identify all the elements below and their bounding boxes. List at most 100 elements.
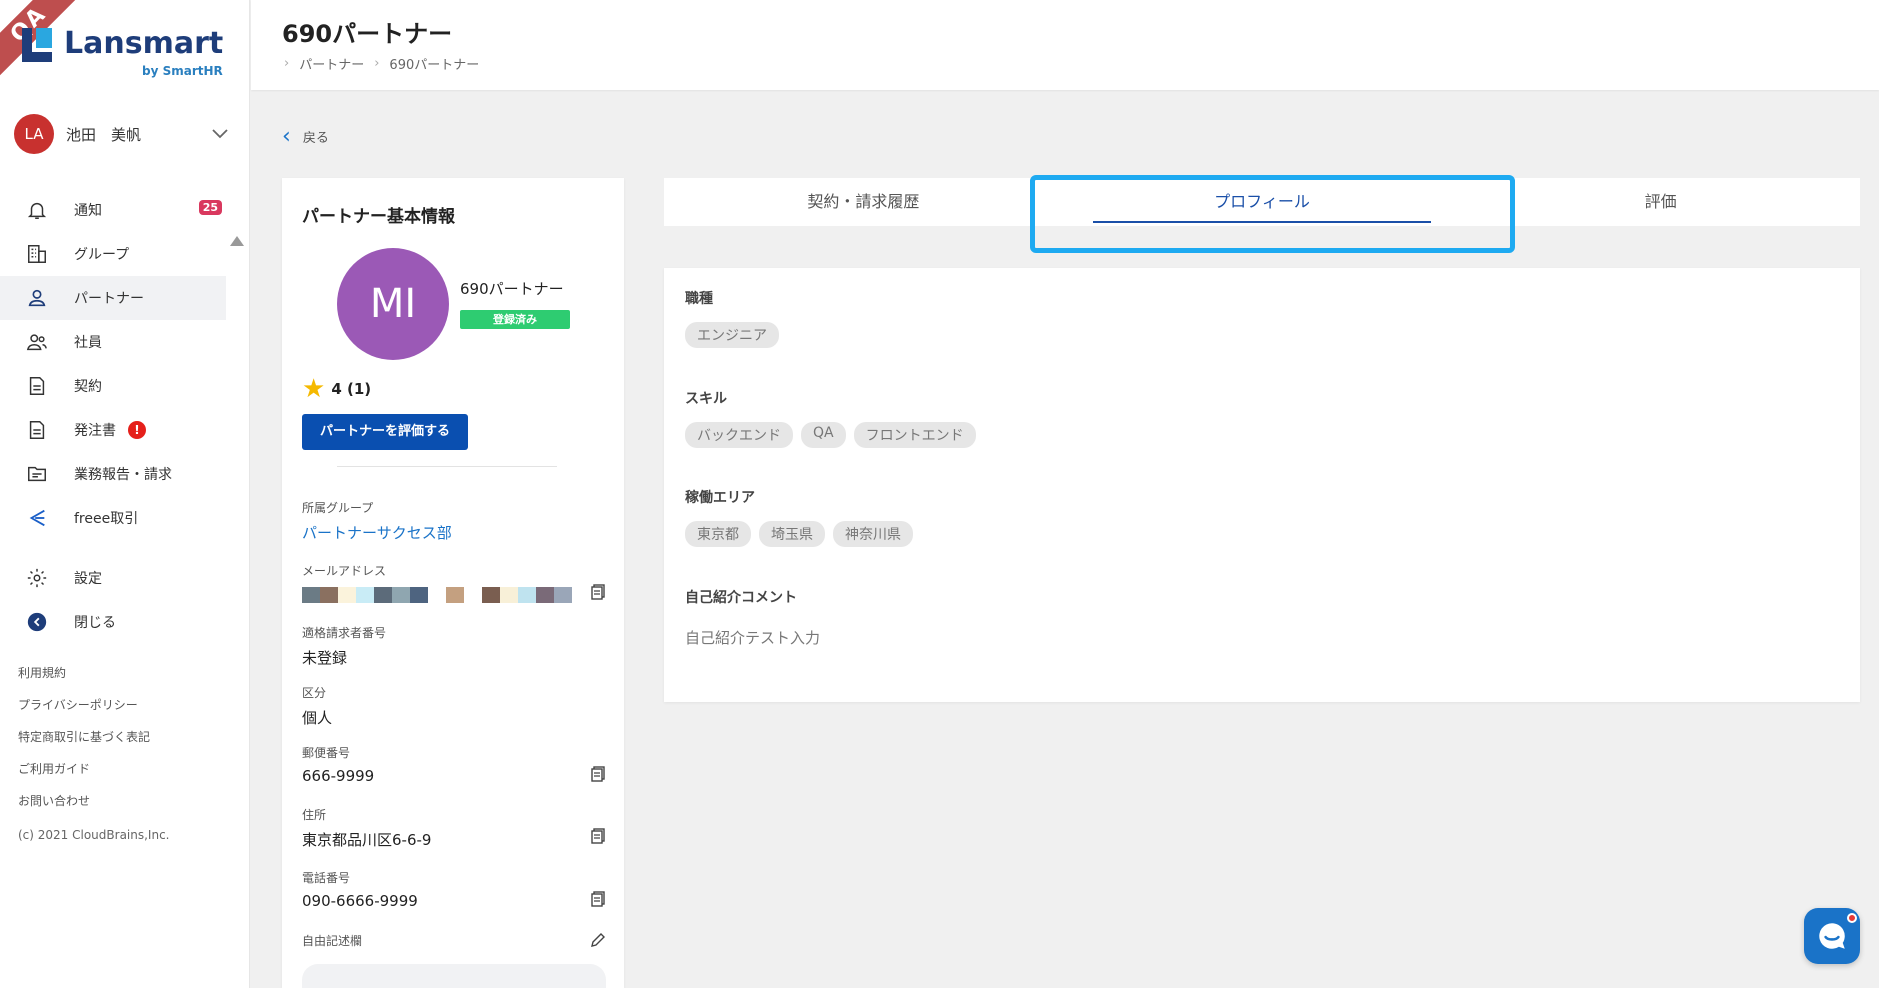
alert-badge: ! [128, 421, 146, 439]
freee-icon [26, 507, 48, 529]
footer-link[interactable]: ご利用ガイド [18, 760, 150, 792]
divider [337, 466, 557, 467]
group-link[interactable]: パートナーサクセス部 [302, 522, 606, 543]
tab-highlight-box [1030, 175, 1515, 253]
sidebar-item-label: freee取引 [74, 511, 139, 527]
address-field: 住所 東京都品川区6-6-9 [302, 806, 606, 850]
chip: エンジニア [685, 322, 779, 348]
sidebar: QA Lansmart by SmartHR LA 池田 美帆 通知 25 グル… [0, 0, 250, 988]
breadcrumb-item: 690パートナー [389, 58, 480, 73]
field-value: 個人 [302, 709, 333, 727]
group-field: 所属グループ パートナーサクセス部 [302, 499, 606, 543]
chevron-right-icon: › [374, 56, 380, 71]
sidebar-nav: 通知 25 グループ パートナー 社員 契約 発注書 ! 業務報告・請求 fre… [0, 188, 226, 644]
card-title: パートナー基本情報 [302, 207, 455, 227]
field-label: 住所 [302, 808, 327, 822]
comment-text: 自己紹介テスト入力 [685, 629, 821, 647]
chip: バックエンド [685, 422, 793, 448]
copyright: (c) 2021 CloudBrains,Inc. [18, 828, 170, 842]
star-icon: ★ [302, 374, 326, 404]
partner-info-card: パートナー基本情報 MI 690パートナー 登録済み ★ 4 (1) パートナー… [282, 178, 624, 988]
chip: QA [801, 422, 846, 448]
sidebar-item-label: パートナー [74, 291, 144, 307]
chip: 神奈川県 [833, 521, 913, 547]
app-logo[interactable]: Lansmart by SmartHR [22, 22, 232, 82]
sidebar-item-order[interactable]: 発注書 ! [0, 408, 226, 452]
skill-section: スキル バックエンド QA フロントエンド [685, 388, 984, 448]
notification-count-badge: 25 [198, 200, 222, 215]
document-icon [26, 419, 48, 441]
field-label: 電話番号 [302, 871, 351, 885]
sidebar-item-settings[interactable]: 設定 [0, 556, 226, 600]
tab-contract-history[interactable]: 契約・請求履歴 [664, 178, 1063, 226]
field-value: 東京都品川区6-6-9 [302, 831, 432, 849]
field-label: 所属グループ [302, 501, 374, 515]
footer-link[interactable]: お問い合わせ [18, 792, 150, 824]
field-value: 666-9999 [302, 767, 375, 785]
pencil-icon[interactable] [590, 932, 606, 948]
back-link[interactable]: ‹ 戻る [282, 124, 329, 149]
footer-links: 利用規約 プライバシーポリシー 特定商取引に基づく表記 ご利用ガイド お問い合わ… [18, 664, 150, 824]
people-icon [26, 331, 48, 353]
status-badge: 登録済み [460, 310, 570, 329]
chevron-down-icon[interactable] [212, 124, 228, 143]
footer-link[interactable]: 利用規約 [18, 664, 150, 696]
chevron-left-icon: ‹ [282, 124, 291, 149]
sidebar-item-group[interactable]: グループ [0, 232, 226, 276]
sidebar-item-contract[interactable]: 契約 [0, 364, 226, 408]
folder-icon [26, 463, 48, 485]
chat-icon [1819, 923, 1845, 949]
free-text-box[interactable] [302, 964, 606, 988]
scroll-up-arrow-icon[interactable] [230, 236, 244, 246]
logo-text: Lansmart [64, 26, 224, 61]
section-title: スキル [685, 391, 727, 407]
chip: 東京都 [685, 521, 751, 547]
section-title: 稼働エリア [685, 490, 755, 506]
sidebar-item-label: 設定 [74, 571, 102, 587]
area-section: 稼働エリア 東京都 埼玉県 神奈川県 [685, 487, 921, 547]
tab-evaluation[interactable]: 評価 [1461, 178, 1860, 226]
sidebar-item-label: 通知 [74, 203, 102, 219]
copy-icon[interactable] [590, 766, 606, 782]
footer-link[interactable]: プライバシーポリシー [18, 696, 150, 728]
sidebar-item-label: 社員 [74, 335, 102, 351]
copy-icon[interactable] [590, 891, 606, 907]
postal-code-field: 郵便番号 666-9999 [302, 744, 606, 785]
partner-avatar: MI [337, 248, 449, 360]
sidebar-item-label: 閉じる [74, 615, 116, 631]
sidebar-item-report[interactable]: 業務報告・請求 [0, 452, 226, 496]
profile-card: 職種 エンジニア スキル バックエンド QA フロントエンド 稼働エリア 東京都… [664, 268, 1860, 702]
logo-subtext: by SmartHR [142, 64, 223, 78]
sidebar-item-label: 業務報告・請求 [74, 467, 172, 483]
sidebar-item-notifications[interactable]: 通知 25 [0, 188, 226, 232]
rating-value: 4 (1) [331, 380, 372, 398]
evaluate-partner-button[interactable]: パートナーを評価する [302, 414, 468, 450]
occupation-section: 職種 エンジニア [685, 288, 787, 348]
field-label: メールアドレス [302, 564, 387, 578]
breadcrumb: › パートナー › 690パートナー [284, 54, 479, 73]
logo-mark-icon [22, 28, 52, 62]
chip: フロントエンド [853, 422, 976, 448]
user-avatar: LA [14, 114, 54, 154]
user-menu[interactable]: LA 池田 美帆 [14, 114, 236, 156]
footer-link[interactable]: 特定商取引に基づく表記 [18, 728, 150, 760]
email-field: メールアドレス [302, 562, 606, 603]
sidebar-item-freee[interactable]: freee取引 [0, 496, 226, 540]
breadcrumb-item[interactable]: パートナー [299, 54, 364, 73]
field-label: 自由記述欄 [302, 934, 363, 948]
page-header: 690パートナー › パートナー › 690パートナー [251, 0, 1879, 90]
building-icon [26, 243, 48, 265]
copy-icon[interactable] [590, 828, 606, 844]
chat-button[interactable] [1804, 908, 1860, 964]
copy-icon[interactable] [590, 584, 606, 600]
field-value: 未登録 [302, 649, 348, 667]
user-name: 池田 美帆 [66, 126, 142, 144]
category-field: 区分 個人 [302, 684, 606, 728]
sidebar-item-partner[interactable]: パートナー [0, 276, 226, 320]
chat-notification-dot [1847, 913, 1857, 923]
page-title: 690パートナー [282, 20, 453, 48]
sidebar-item-close[interactable]: 閉じる [0, 600, 226, 644]
invoice-number-field: 適格請求者番号 未登録 [302, 624, 606, 668]
chip: 埼玉県 [759, 521, 825, 547]
sidebar-item-employee[interactable]: 社員 [0, 320, 226, 364]
